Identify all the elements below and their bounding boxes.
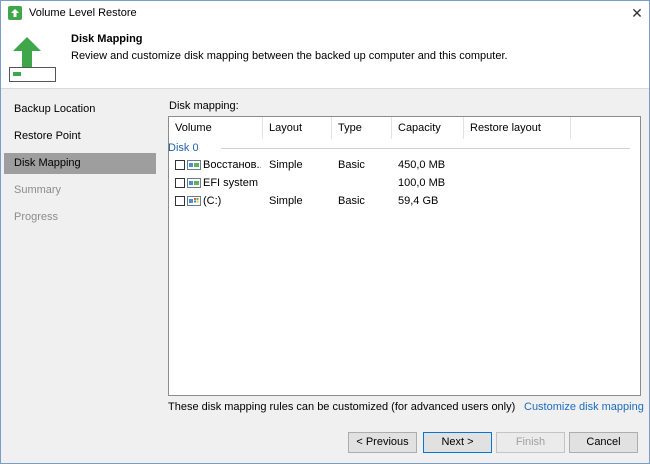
volume-type: Basic xyxy=(338,159,365,171)
app-icon xyxy=(8,6,22,20)
column-layout[interactable]: Layout xyxy=(263,117,332,139)
volume-layout: Simple xyxy=(269,159,303,171)
wizard-window: Volume Level Restore ✕ Disk Mapping Revi… xyxy=(0,0,650,464)
title-bar: Volume Level Restore ✕ xyxy=(1,1,649,25)
volume-capacity: 59,4 GB xyxy=(398,195,439,207)
table-header: Volume Layout Type Capacity Restore layo… xyxy=(169,117,640,139)
volume-icon xyxy=(187,160,201,170)
page-description: Review and customize disk mapping betwee… xyxy=(71,50,508,62)
volume-name: Восстанов... xyxy=(203,159,261,171)
wizard-header: Disk Mapping Review and customize disk m… xyxy=(1,25,649,89)
step-restore-point[interactable]: Restore Point xyxy=(4,126,156,147)
step-summary: Summary xyxy=(14,184,62,196)
customize-disk-mapping-link[interactable]: Customize disk mapping xyxy=(524,401,644,413)
disk-group-header: Disk 0 xyxy=(168,140,631,156)
disk-group-label: Disk 0 xyxy=(168,142,199,154)
windows-volume-icon xyxy=(187,196,201,206)
volume-icon xyxy=(187,178,201,188)
close-icon[interactable]: ✕ xyxy=(627,3,647,23)
volume-capacity: 450,0 MB xyxy=(398,159,446,171)
volume-capacity: 100,0 MB xyxy=(398,177,446,189)
column-capacity[interactable]: Capacity xyxy=(392,117,464,139)
column-restore-layout[interactable]: Restore layout xyxy=(464,117,571,139)
column-volume[interactable]: Volume xyxy=(169,117,263,139)
volume-checkbox[interactable] xyxy=(175,160,185,170)
table-row[interactable]: (C:) Simple Basic 59,4 GB xyxy=(169,192,640,210)
step-disk-mapping[interactable]: Disk Mapping xyxy=(4,153,156,174)
volume-name: EFI system ... xyxy=(203,177,261,189)
volume-checkbox[interactable] xyxy=(175,178,185,188)
restore-arrow-icon xyxy=(9,37,57,83)
finish-button: Finish xyxy=(496,432,565,453)
volume-type: Basic xyxy=(338,195,365,207)
next-button[interactable]: Next > xyxy=(423,432,492,453)
volume-layout: Simple xyxy=(269,195,303,207)
step-backup-location[interactable]: Backup Location xyxy=(4,99,156,120)
group-divider xyxy=(221,148,630,149)
disk-mapping-label: Disk mapping: xyxy=(169,100,239,112)
disk-mapping-table: Volume Layout Type Capacity Restore layo… xyxy=(168,116,641,396)
volume-checkbox[interactable] xyxy=(175,196,185,206)
previous-button[interactable]: < Previous xyxy=(348,432,417,453)
cancel-button[interactable]: Cancel xyxy=(569,432,638,453)
wizard-steps: Backup Location Restore Point Disk Mappi… xyxy=(1,90,159,420)
table-row[interactable]: EFI system ... 100,0 MB xyxy=(169,174,640,192)
customization-note: These disk mapping rules can be customiz… xyxy=(168,401,516,413)
step-progress: Progress xyxy=(14,211,59,223)
volume-name: (C:) xyxy=(203,195,222,207)
column-type[interactable]: Type xyxy=(332,117,392,139)
page-title: Disk Mapping xyxy=(71,33,143,45)
window-title: Volume Level Restore xyxy=(29,7,137,19)
table-row[interactable]: Восстанов... Simple Basic 450,0 MB xyxy=(169,156,640,174)
